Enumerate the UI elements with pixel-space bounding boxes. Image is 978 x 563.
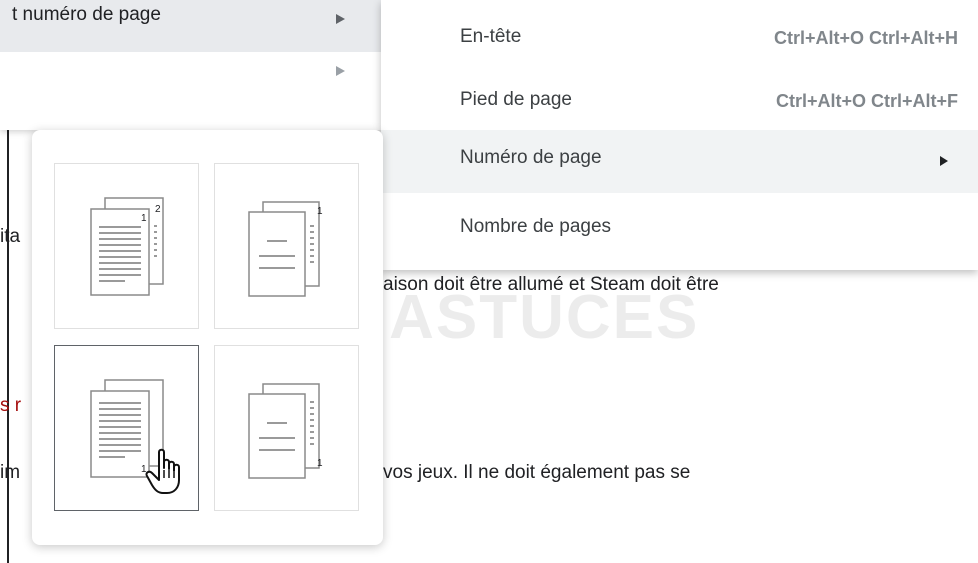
submenu-arrow-icon [336, 66, 345, 76]
menu-item-submenu[interactable] [0, 52, 382, 104]
doc-text-line: vos jeux. Il ne doit également pas se [383, 462, 691, 483]
page-number-label: 2 [155, 204, 161, 215]
header-footer-submenu: En-tête Ctrl+Alt+O Ctrl+Alt+H Pied de pa… [381, 0, 978, 270]
page-number-option-top-right[interactable]: 1 2 [54, 163, 199, 329]
watermark-text: ASTUCES [389, 283, 700, 352]
page-number-label: 1 [317, 458, 323, 469]
menu-item-label: En-tête [460, 26, 522, 47]
hand-pointer-cursor-icon [145, 448, 180, 494]
doc-text-fragment: im [0, 462, 21, 483]
menu-item-footer[interactable]: Pied de page Ctrl+Alt+O Ctrl+Alt+F [381, 70, 978, 126]
page-number-options-popup: 1 2 1 1 1 [32, 130, 383, 545]
pages-bottom-right-skip-icon: 1 [248, 383, 323, 479]
menu-item-header[interactable]: En-tête Ctrl+Alt+O Ctrl+Alt+H [381, 7, 978, 63]
page-number-label: 1 [317, 206, 323, 217]
menu-item-label: Pied de page [460, 89, 572, 110]
submenu-arrow-icon [940, 156, 948, 166]
page-number-option-top-right-skip-first[interactable]: 1 [214, 163, 359, 329]
doc-text-fragment: ita [0, 226, 21, 247]
menu-item-label: t numéro de page [12, 4, 161, 25]
page-number-label: 1 [141, 213, 147, 224]
menu-item-label: Numéro de page [460, 147, 602, 168]
pages-top-right-skip-icon: 1 [248, 201, 323, 297]
menu-item-page-count[interactable]: Nombre de pages [381, 197, 978, 253]
doc-text-fragment: s r [0, 395, 22, 416]
keyboard-shortcut: Ctrl+Alt+O Ctrl+Alt+F [775, 91, 958, 111]
insert-menu: t numéro de page [0, 0, 382, 130]
pages-top-right-icon: 1 2 [90, 197, 164, 296]
menu-item-page-number[interactable]: Numéro de page [381, 130, 978, 193]
keyboard-shortcut: Ctrl+Alt+O Ctrl+Alt+H [773, 28, 958, 48]
menu-item-label: Nombre de pages [460, 216, 612, 237]
menu-item-header-page-number[interactable]: t numéro de page [0, 0, 382, 52]
page-number-option-bottom-right-skip-first[interactable]: 1 [214, 345, 359, 511]
submenu-arrow-icon [336, 14, 345, 24]
